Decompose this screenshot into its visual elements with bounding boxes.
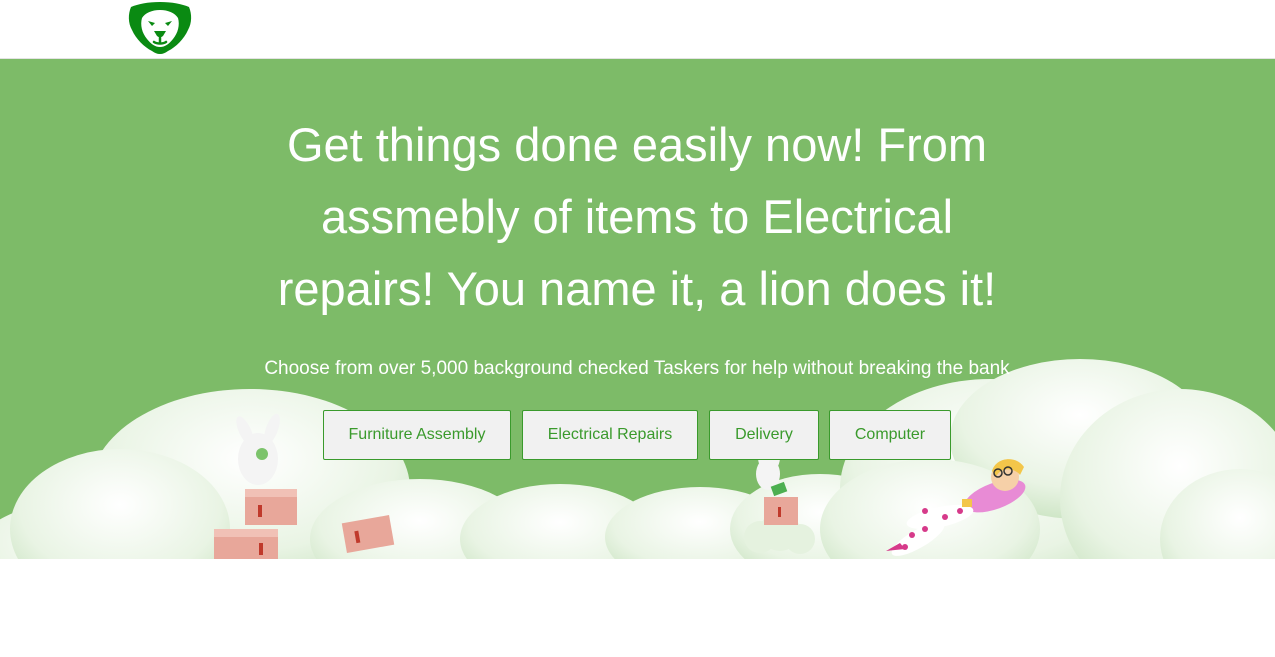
hero-headline: Get things done easily now! From assmebl… [277,118,997,315]
top-navigation-bar [0,0,1275,59]
lion-head-icon[interactable] [126,1,194,54]
furniture-assembly-button[interactable]: Furniture Assembly [323,410,511,460]
hero-subline: Choose from over 5,000 background checke… [264,358,1010,379]
electrical-repairs-button[interactable]: Electrical Repairs [522,410,698,460]
delivery-button[interactable]: Delivery [709,410,819,460]
hero-banner: Get things done easily now! From assmebl… [0,59,1275,559]
computer-button[interactable]: Computer [829,410,951,460]
